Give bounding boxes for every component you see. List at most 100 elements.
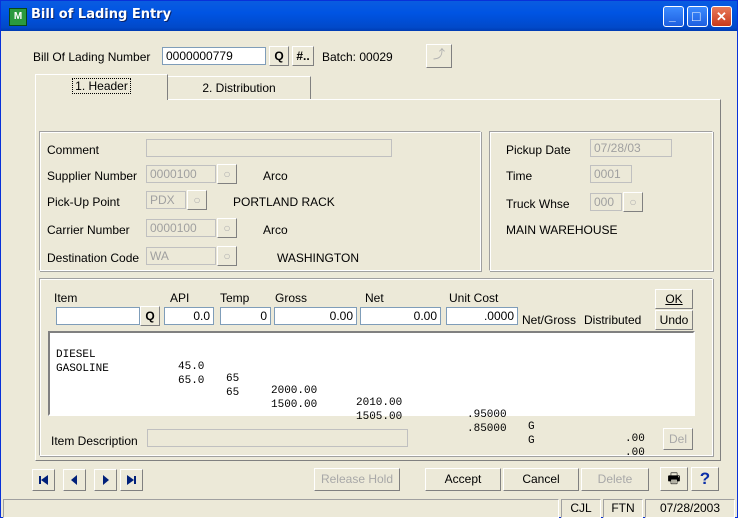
unit-cost-column-header: Unit Cost: [449, 291, 499, 305]
lines-list[interactable]: DIESEL 45.0 65 2000.00 2010.00 .95000 G …: [48, 331, 695, 459]
bol-number-label: Bill Of Lading Number: [33, 50, 151, 64]
line-gross: 1500.00: [271, 399, 318, 411]
item-input[interactable]: [56, 307, 140, 325]
last-record-button[interactable]: [120, 469, 143, 491]
cancel-label: Cancel: [522, 472, 560, 486]
cancel-button[interactable]: Cancel: [503, 468, 579, 491]
previous-record-icon: [71, 475, 77, 485]
minimize-icon: _: [669, 9, 676, 23]
next-number-button[interactable]: #..: [292, 46, 314, 66]
search-icon: ○: [629, 195, 637, 209]
line-net-gross: G: [528, 435, 535, 447]
comment-input[interactable]: [146, 139, 392, 157]
unit-cost-input[interactable]: .0000: [446, 307, 518, 325]
line-item: GASOLINE: [56, 363, 109, 375]
window-title: Bill of Lading Entry: [31, 7, 172, 22]
destination-lookup-button[interactable]: ○: [217, 246, 237, 266]
carrier-lookup-button[interactable]: ○: [217, 218, 237, 238]
net-input[interactable]: 0.00: [360, 307, 441, 325]
line-unit-cost: .85000: [467, 423, 507, 435]
first-record-button[interactable]: [32, 469, 55, 491]
carrier-label: Carrier Number: [47, 223, 130, 237]
first-record-icon: [39, 475, 48, 485]
carrier-name: Arco: [263, 223, 288, 237]
item-description-input[interactable]: [147, 429, 408, 447]
supplier-name: Arco: [263, 169, 288, 183]
supplier-input[interactable]: 0000100: [146, 165, 216, 183]
tab-header[interactable]: 1. Header: [35, 74, 168, 100]
delete-label: Delete: [597, 472, 633, 486]
line-net: 1505.00: [356, 411, 403, 423]
carrier-input[interactable]: 0000100: [146, 219, 216, 237]
next-number-label: #..: [296, 49, 310, 63]
search-icon: ○: [193, 193, 201, 207]
title-bar[interactable]: M Bill of Lading Entry _ □ ✕: [1, 1, 737, 31]
search-icon: Q: [145, 309, 155, 323]
app-icon: M: [9, 8, 27, 26]
comment-label: Comment: [47, 143, 100, 157]
accept-label: Accept: [444, 472, 482, 486]
search-icon: Q: [274, 49, 284, 63]
maximize-button[interactable]: □: [687, 6, 708, 27]
search-icon: ○: [223, 221, 231, 235]
tab-distribution[interactable]: 2. Distribution: [168, 76, 311, 100]
undo-button[interactable]: Undo: [655, 310, 693, 330]
help-button[interactable]: ?: [691, 467, 719, 491]
delete-button[interactable]: Delete: [581, 468, 649, 491]
pickup-time-label: Time: [506, 169, 533, 183]
destination-input[interactable]: WA: [146, 247, 216, 265]
previous-record-button[interactable]: [63, 469, 86, 491]
truck-whse-label: Truck Whse: [506, 197, 570, 211]
item-lookup-button[interactable]: Q: [140, 306, 160, 326]
status-date: 07/28/2003: [645, 499, 735, 518]
distributed-column-header: Distributed: [584, 313, 642, 327]
truck-whse-lookup-button[interactable]: ○: [623, 192, 643, 212]
batch-label: Batch: 00029: [322, 50, 393, 64]
list-item[interactable]: GASOLINE 65.0 65 1500.00 1505.00 .85000 …: [56, 351, 656, 471]
pickup-date-label: Pickup Date: [506, 143, 571, 157]
supplier-label: Supplier Number: [47, 169, 138, 183]
api-input[interactable]: 0.0: [164, 307, 214, 325]
pickup-point-input[interactable]: PDX: [146, 191, 186, 209]
maximize-icon: □: [692, 8, 701, 24]
line-distributed: .00: [625, 447, 645, 459]
accept-button[interactable]: Accept: [425, 468, 501, 491]
pickup-point-lookup-button[interactable]: ○: [187, 190, 207, 210]
help-icon: ?: [699, 469, 711, 488]
temp-input[interactable]: 0: [220, 307, 271, 325]
next-record-icon: [103, 475, 109, 485]
status-bar-message: [3, 499, 559, 518]
delete-line-label: Del: [668, 432, 687, 446]
pickup-date-input[interactable]: 07/28/03: [590, 139, 672, 157]
ok-button-label: OK: [665, 292, 683, 306]
tab-distribution-label: 2. Distribution: [202, 81, 276, 95]
release-hold-button[interactable]: Release Hold: [314, 468, 400, 491]
destination-name: WASHINGTON: [277, 251, 360, 265]
bol-lookup-button[interactable]: Q: [269, 46, 289, 66]
line-api: 65.0: [178, 375, 205, 387]
ok-button[interactable]: OK: [655, 289, 693, 309]
destination-label: Destination Code: [47, 251, 140, 265]
release-hold-label: Release Hold: [320, 472, 394, 486]
printer-icon: 🖶: [667, 470, 681, 486]
supplier-lookup-button[interactable]: ○: [217, 164, 237, 184]
minimize-button[interactable]: _: [663, 6, 684, 27]
tab-header-label: 1. Header: [72, 78, 131, 94]
delete-line-button[interactable]: Del: [663, 428, 693, 450]
bol-number-input[interactable]: 0000000779: [162, 47, 266, 65]
line-temp: 65: [226, 387, 240, 399]
status-company: FTN: [603, 499, 643, 518]
gross-column-header: Gross: [275, 291, 308, 305]
truck-whse-input[interactable]: 000: [590, 193, 622, 211]
print-button[interactable]: 🖶: [660, 467, 688, 491]
pickup-point-label: Pick-Up Point: [47, 195, 120, 209]
item-description-label: Item Description: [51, 434, 138, 448]
net-gross-column-header: Net/Gross: [522, 313, 577, 327]
close-button[interactable]: ✕: [711, 6, 732, 27]
pickup-time-input[interactable]: 0001: [590, 165, 632, 183]
gross-input[interactable]: 0.00: [274, 307, 357, 325]
bill-of-lading-window: M Bill of Lading Entry _ □ ✕ Bill Of Lad…: [0, 0, 738, 518]
batch-button[interactable]: ⤴: [426, 44, 452, 68]
next-record-button[interactable]: [94, 469, 117, 491]
item-column-header: Item: [54, 291, 78, 305]
